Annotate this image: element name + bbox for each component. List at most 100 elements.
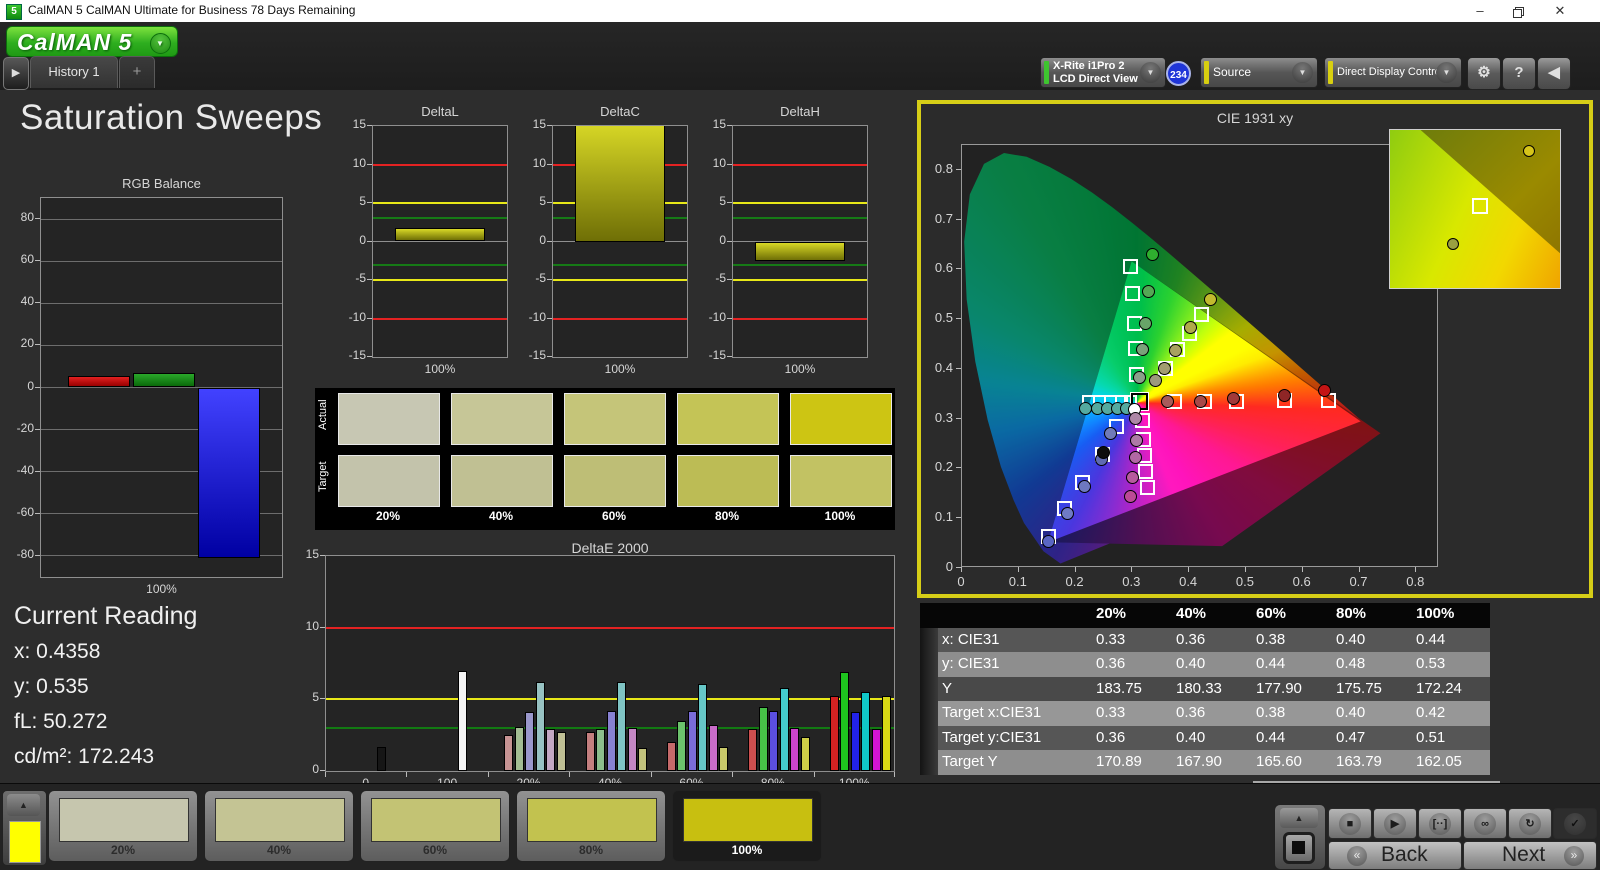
- x-axis-label: 100%: [552, 362, 688, 376]
- swatch-target: [338, 455, 440, 507]
- expand-up-button[interactable]: ▲: [7, 794, 40, 816]
- level-label: 40%: [205, 843, 353, 857]
- table-cell: 0.38: [1250, 631, 1330, 648]
- measure-series-button[interactable]: [··]: [1418, 808, 1462, 839]
- cie-target-marker: [1140, 480, 1155, 495]
- cie-x-tick-label: 0: [943, 574, 979, 589]
- y-tick-mark: [547, 125, 552, 126]
- chart-plot-delta_c: [552, 125, 688, 358]
- stop-button[interactable]: ■: [1328, 808, 1372, 839]
- minimize-button[interactable]: –: [1462, 0, 1498, 22]
- source-status-bar: [1204, 61, 1209, 84]
- gear-icon: ⚙: [1477, 64, 1490, 81]
- cie-x-tick-label: 0.6: [1284, 574, 1320, 589]
- chevron-down-icon[interactable]: ▼: [1292, 62, 1313, 83]
- play-icon: ▶: [1384, 813, 1406, 835]
- next-button[interactable]: Next »: [1463, 841, 1597, 870]
- table-cell: 172.24: [1410, 680, 1490, 697]
- table-cell: 0.48: [1330, 655, 1410, 672]
- level-swatch: [527, 798, 657, 842]
- level-swatch: [371, 798, 501, 842]
- table-cell: 0.33: [1090, 704, 1170, 721]
- table-row: x: CIE310.330.360.380.400.44: [920, 628, 1490, 653]
- play-button[interactable]: ▶: [1373, 808, 1417, 839]
- swatch-matrix: ActualTarget20%40%60%80%100%: [315, 388, 895, 530]
- page-title: Saturation Sweeps: [20, 98, 322, 138]
- add-tab-button[interactable]: +: [119, 56, 155, 88]
- accept-button[interactable]: ✓: [1553, 808, 1597, 839]
- cie-x-tick: [1302, 567, 1303, 572]
- nav-expand-button[interactable]: ▶: [3, 57, 29, 90]
- cie-panel: CIE 1931 xy00.10.20.30.40.50.60.70.800.1…: [917, 100, 1593, 598]
- y-tick-label: -20: [0, 421, 34, 435]
- table-row: Target Y170.89167.90165.60163.79162.05: [920, 750, 1490, 775]
- ref-line: [553, 264, 687, 266]
- cie-measured-point: [1136, 343, 1149, 356]
- bar: [536, 682, 545, 771]
- y-tick-label: 20: [0, 336, 34, 350]
- saturation-level-button-100%[interactable]: 100%: [672, 790, 822, 862]
- bar: [790, 728, 799, 771]
- y-tick-label: 40: [0, 294, 34, 308]
- chart-plot-delta_l: [372, 125, 508, 358]
- meter-dropdown[interactable]: X-Rite i1Pro 2 LCD Direct View ▼: [1040, 57, 1166, 88]
- cie-y-tick-label: 0.3: [923, 410, 953, 425]
- continuous-button[interactable]: ∞: [1463, 808, 1507, 839]
- bar: [515, 727, 524, 771]
- y-tick-label: -60: [0, 505, 34, 519]
- y-tick-label: -15: [324, 348, 366, 362]
- swatch-actual: [451, 393, 553, 445]
- chevron-down-icon[interactable]: ▼: [1436, 62, 1457, 83]
- saturation-level-button-60%[interactable]: 60%: [360, 790, 510, 862]
- cie-x-tick: [961, 567, 962, 572]
- source-dropdown[interactable]: Source ▼: [1200, 57, 1318, 88]
- tab-history[interactable]: History 1: [30, 56, 118, 88]
- bar: [851, 712, 860, 771]
- stop-pattern-button[interactable]: [1283, 832, 1315, 864]
- settings-button[interactable]: ⚙: [1467, 57, 1501, 90]
- back-button[interactable]: « Back: [1328, 841, 1462, 870]
- help-button[interactable]: ?: [1502, 57, 1536, 90]
- y-tick-label: -10: [504, 310, 546, 324]
- chart-title-delta-e: DeltaE 2000: [325, 540, 895, 556]
- y-tick-mark: [367, 164, 372, 165]
- table-row-label: x: CIE31: [938, 631, 1090, 648]
- refresh-button[interactable]: ↻: [1508, 808, 1552, 839]
- collapse-button[interactable]: ◀: [1537, 57, 1571, 90]
- y-tick-mark: [547, 318, 552, 319]
- y-tick-label: 0: [0, 379, 34, 393]
- ref-line: [326, 627, 894, 629]
- restore-button[interactable]: [1500, 0, 1536, 22]
- chevron-down-icon[interactable]: ▼: [1140, 62, 1161, 83]
- x-tick-mark: [488, 772, 489, 777]
- cie-measured-point: [1194, 395, 1207, 408]
- y-tick-mark: [727, 356, 732, 357]
- ref-line: [553, 279, 687, 281]
- calman-logo[interactable]: CalMAN 5 ▼: [6, 26, 178, 57]
- y-tick-mark: [35, 471, 40, 472]
- pattern-badge[interactable]: 234: [1166, 61, 1191, 86]
- y-tick-label: 10: [504, 156, 546, 170]
- y-tick-label: 5: [504, 194, 546, 208]
- meter-line2: LCD Direct View: [1053, 73, 1138, 85]
- y-tick-mark: [320, 627, 325, 628]
- y-tick-mark: [727, 125, 732, 126]
- display-control-dropdown[interactable]: Direct Display Control ▼: [1324, 57, 1462, 88]
- logo-dropdown-icon[interactable]: ▼: [150, 33, 171, 54]
- y-tick-mark: [35, 513, 40, 514]
- close-button[interactable]: ✕: [1542, 0, 1578, 22]
- cie-x-tick-label: 0.3: [1113, 574, 1149, 589]
- bar: [133, 373, 195, 388]
- saturation-level-button-80%[interactable]: 80%: [516, 790, 666, 862]
- table-header-row: 20%40%60%80%100%: [920, 603, 1490, 628]
- y-tick-mark: [35, 344, 40, 345]
- bar: [840, 672, 849, 771]
- table-cell: 162.05: [1410, 753, 1490, 770]
- current-reading-cdm2: cd/m²: 172.243: [14, 745, 154, 769]
- saturation-level-button-20%[interactable]: 20%: [48, 790, 198, 862]
- cie-y-tick: [956, 318, 961, 319]
- saturation-level-button-40%[interactable]: 40%: [204, 790, 354, 862]
- bar: [698, 684, 707, 771]
- bar: [575, 125, 665, 242]
- expand-up-button[interactable]: ▲: [1280, 808, 1318, 828]
